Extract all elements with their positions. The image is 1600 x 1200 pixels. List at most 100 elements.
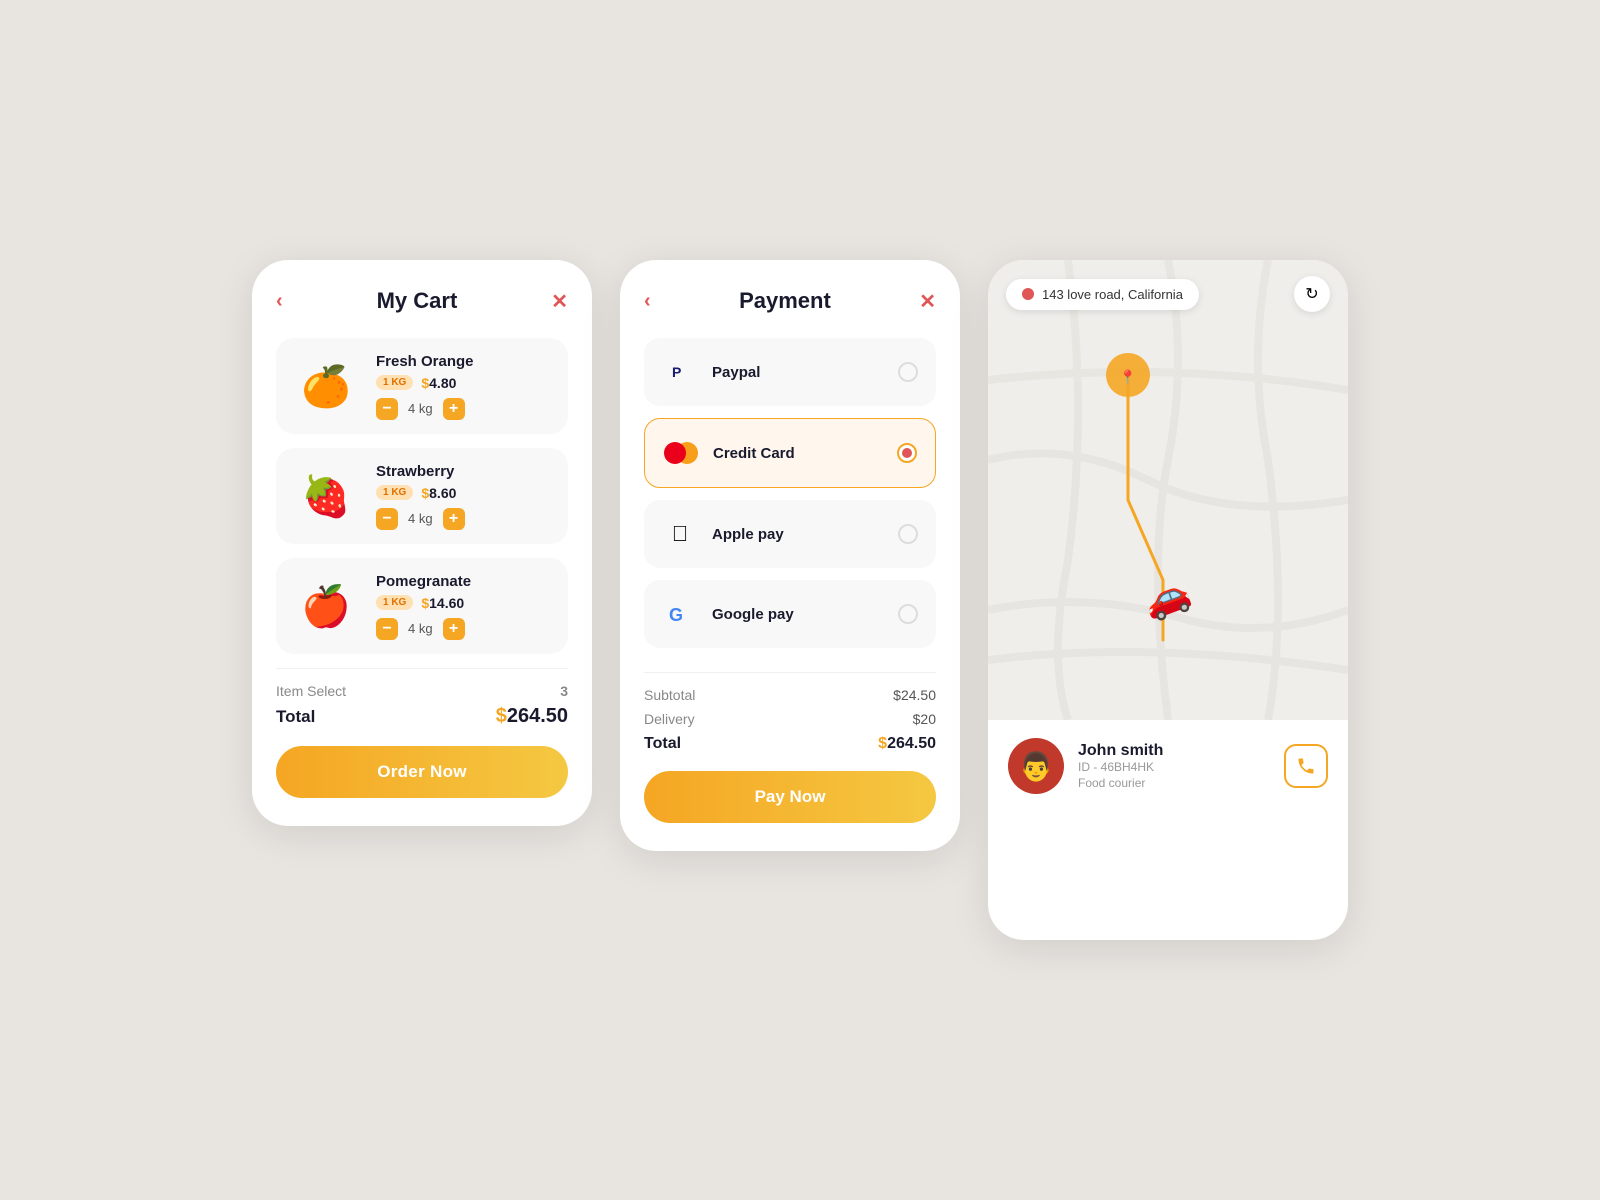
item-price: $4.80 — [421, 375, 456, 391]
cart-title: My Cart — [377, 288, 458, 314]
tracking-screen: 143 love road, California ↻ — [988, 260, 1348, 940]
courier-role: Food courier — [1078, 776, 1270, 790]
payment-close-button[interactable]: ✕ — [919, 289, 936, 314]
qty-minus-button[interactable]: − — [376, 508, 398, 530]
address-text: 143 love road, California — [1042, 287, 1183, 302]
total-row: Total $264.50 — [276, 705, 568, 728]
cart-header: ‹ My Cart ✕ — [276, 288, 568, 314]
item-select-row: Item Select 3 — [276, 683, 568, 699]
qty-label: 4 kg — [408, 621, 433, 636]
subtotal-value: $24.50 — [893, 687, 936, 703]
cart-close-button[interactable]: ✕ — [551, 289, 568, 314]
cart-items-list: 🍊 Fresh Orange 1 KG $4.80 − 4 kg + — [276, 338, 568, 654]
price-dollar: $ — [421, 595, 429, 611]
map-top-bar: 143 love road, California ↻ — [988, 260, 1348, 328]
apple-pay-option[interactable]:  Apple pay — [644, 500, 936, 568]
credit-card-option[interactable]: Credit Card — [644, 418, 936, 488]
price-dollar: $ — [421, 485, 429, 501]
mastercard-icon — [663, 435, 699, 471]
item-price: $8.60 — [421, 485, 456, 501]
paypal-radio — [898, 362, 918, 382]
total-label: Total — [276, 707, 315, 727]
item-price: $14.60 — [421, 595, 464, 611]
kg-badge: 1 KG — [376, 595, 413, 610]
payment-header: ‹ Payment ✕ — [644, 288, 936, 314]
qty-plus-button[interactable]: + — [443, 398, 465, 420]
google-pay-option[interactable]: G Google pay — [644, 580, 936, 648]
cart-screen: ‹ My Cart ✕ 🍊 Fresh Orange 1 KG $4.80 — [252, 260, 592, 826]
payment-back-button[interactable]: ‹ — [644, 290, 651, 313]
paypal-label: Paypal — [712, 364, 898, 381]
qty-minus-button[interactable]: − — [376, 618, 398, 640]
payment-screen: ‹ Payment ✕ P Paypal — [620, 260, 960, 851]
item-meta: 1 KG $4.80 — [376, 375, 554, 391]
item-image-strawberry: 🍓 — [290, 460, 362, 532]
delivery-label: Delivery — [644, 711, 695, 727]
paypal-option[interactable]: P Paypal — [644, 338, 936, 406]
apple-pay-label: Apple pay — [712, 526, 898, 543]
dollar-icon: $ — [878, 735, 887, 752]
payment-total-label: Total — [644, 735, 681, 753]
total-row: Total $264.50 — [644, 735, 936, 753]
subtotal-row: Subtotal $24.50 — [644, 687, 936, 703]
map-svg: 📍 — [988, 260, 1348, 720]
payment-total-value: $264.50 — [878, 735, 936, 753]
delivery-value: $20 — [913, 711, 936, 727]
item-name: Pomegranate — [376, 573, 554, 590]
payment-options: P Paypal Credit Card  Apple — [644, 338, 936, 648]
courier-name: John smith — [1078, 742, 1270, 760]
item-select-label: Item Select — [276, 683, 346, 699]
call-button[interactable] — [1284, 744, 1328, 788]
refresh-button[interactable]: ↻ — [1294, 276, 1330, 312]
qty-plus-button[interactable]: + — [443, 618, 465, 640]
google-pay-label: Google pay — [712, 606, 898, 623]
cart-item: 🍎 Pomegranate 1 KG $14.60 − 4 kg + — [276, 558, 568, 654]
item-meta: 1 KG $14.60 — [376, 595, 554, 611]
kg-badge: 1 KG — [376, 375, 413, 390]
qty-control: − 4 kg + — [376, 398, 554, 420]
order-now-button[interactable]: Order Now — [276, 746, 568, 798]
item-info-strawberry: Strawberry 1 KG $8.60 − 4 kg + — [376, 463, 554, 530]
screens-container: ‹ My Cart ✕ 🍊 Fresh Orange 1 KG $4.80 — [212, 220, 1388, 980]
delivery-row: Delivery $20 — [644, 711, 936, 727]
cart-summary: Item Select 3 Total $264.50 Order Now — [276, 668, 568, 798]
item-meta: 1 KG $8.60 — [376, 485, 554, 501]
cart-item: 🍊 Fresh Orange 1 KG $4.80 − 4 kg + — [276, 338, 568, 434]
courier-info: John smith ID - 46BH4HK Food courier — [1078, 742, 1270, 790]
google-pay-icon: G — [662, 596, 698, 632]
google-pay-radio — [898, 604, 918, 624]
location-dot-icon — [1022, 288, 1034, 300]
subtotal-label: Subtotal — [644, 687, 695, 703]
item-info-pomegranate: Pomegranate 1 KG $14.60 − 4 kg + — [376, 573, 554, 640]
courier-id: ID - 46BH4HK — [1078, 760, 1270, 774]
kg-badge: 1 KG — [376, 485, 413, 500]
item-info-orange: Fresh Orange 1 KG $4.80 − 4 kg + — [376, 353, 554, 420]
credit-card-label: Credit Card — [713, 445, 897, 462]
svg-text:P: P — [672, 364, 681, 380]
apple-pay-radio — [898, 524, 918, 544]
qty-label: 4 kg — [408, 511, 433, 526]
item-select-count: 3 — [560, 683, 568, 699]
courier-card: 👨 John smith ID - 46BH4HK Food courier — [988, 720, 1348, 812]
item-name: Strawberry — [376, 463, 554, 480]
item-name: Fresh Orange — [376, 353, 554, 370]
qty-label: 4 kg — [408, 401, 433, 416]
qty-plus-button[interactable]: + — [443, 508, 465, 530]
dollar-icon: $ — [496, 705, 507, 727]
pay-now-button[interactable]: Pay Now — [644, 771, 936, 823]
svg-text:G: G — [669, 605, 683, 625]
qty-control: − 4 kg + — [376, 618, 554, 640]
apple-pay-icon:  — [662, 516, 698, 552]
price-dollar: $ — [421, 375, 429, 391]
item-image-orange: 🍊 — [290, 350, 362, 422]
svg-text:📍: 📍 — [1119, 369, 1136, 386]
payment-summary: Subtotal $24.50 Delivery $20 Total $264.… — [644, 672, 936, 753]
item-image-pomegranate: 🍎 — [290, 570, 362, 642]
cart-item: 🍓 Strawberry 1 KG $8.60 − 4 kg + — [276, 448, 568, 544]
qty-minus-button[interactable]: − — [376, 398, 398, 420]
cart-back-button[interactable]: ‹ — [276, 290, 283, 313]
qty-control: − 4 kg + — [376, 508, 554, 530]
total-price: $264.50 — [496, 705, 568, 728]
map-area: 143 love road, California ↻ — [988, 260, 1348, 720]
paypal-icon: P — [662, 354, 698, 390]
